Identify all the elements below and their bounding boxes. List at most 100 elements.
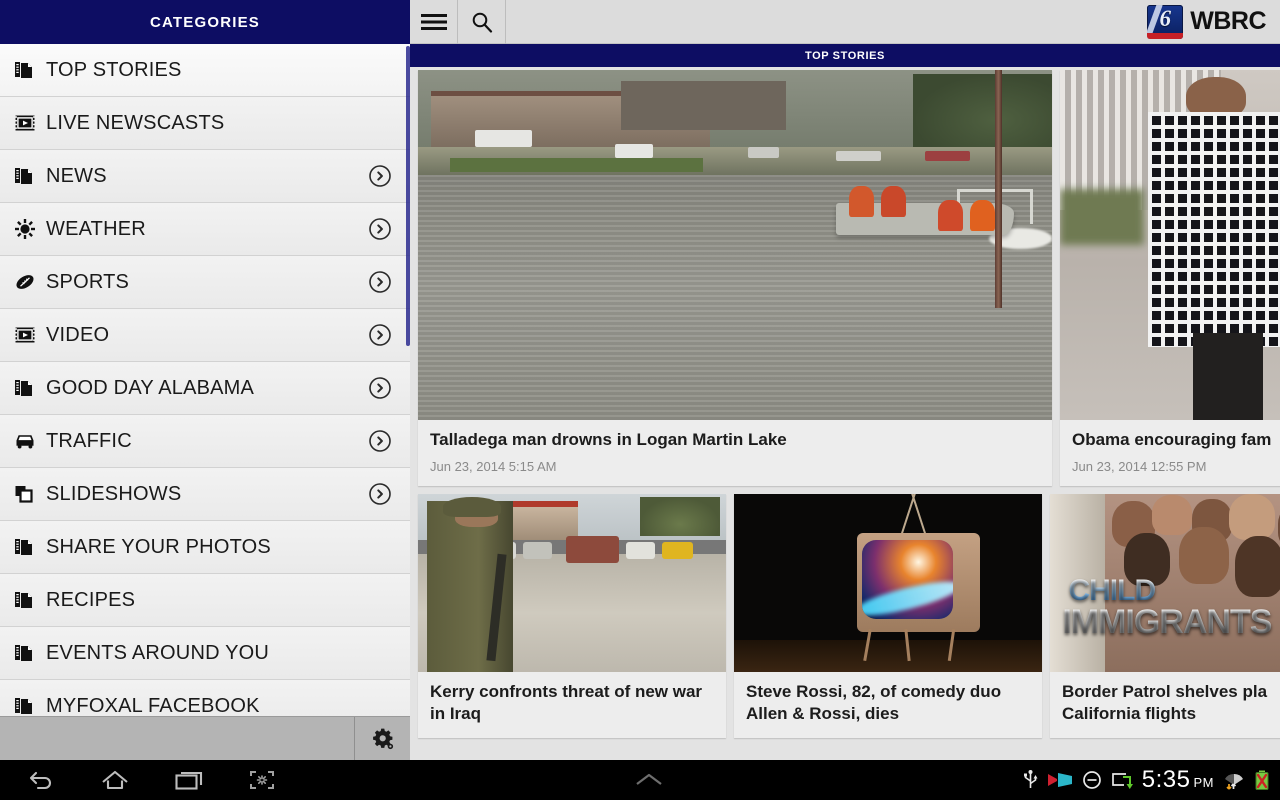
car-icon (12, 430, 38, 452)
sidebar-item-chevron[interactable] (368, 482, 392, 506)
retro-television-photo (734, 493, 1042, 672)
image-overlay-line1: CHILD (1068, 576, 1280, 606)
action-bar: 6 WBRC (410, 0, 1280, 44)
chevron-right-icon (369, 430, 391, 452)
chevron-right-icon (369, 218, 391, 240)
sidebar-item-label: GOOD DAY ALABAMA (46, 376, 255, 399)
story-headline: Talladega man drowns in Logan Martin Lak… (430, 430, 787, 449)
sidebar-item-news[interactable]: NEWS (0, 150, 410, 203)
story-text: Steve Rossi, 82, of comedy duo Allen & R… (734, 672, 1042, 738)
categories-sidebar: CATEGORIES TOP STORIES LIVE NEWSCASTS NE… (0, 0, 410, 760)
football-icon (12, 271, 38, 293)
video-icon (15, 327, 35, 343)
story-card[interactable]: Talladega man drowns in Logan Martin Lak… (418, 70, 1052, 486)
recent-apps-icon (175, 771, 203, 790)
screen-share-icon (1111, 773, 1133, 789)
sidebar-footer (0, 716, 410, 760)
sidebar-item-chevron[interactable] (368, 323, 392, 347)
slideshow-icon (12, 483, 38, 505)
back-arrow-icon (29, 771, 51, 790)
documents-icon (12, 377, 38, 399)
story-card[interactable]: Kerry confronts threat of new war in Ira… (418, 493, 726, 738)
back-button[interactable] (28, 768, 56, 792)
story-headline: Border Patrol shelves pla California fli… (1062, 681, 1268, 724)
section-banner-label: TOP STORIES (805, 49, 885, 62)
sidebar-item-traffic[interactable]: TRAFFIC (0, 415, 410, 468)
android-navigation-bar: 5:35 PM (0, 760, 1280, 800)
status-tray[interactable]: 5:35 PM (1023, 766, 1280, 794)
iraq-soldier-street-photo (418, 493, 726, 672)
sidebar-item-video[interactable]: VIDEO (0, 309, 410, 362)
sidebar-item-label: SLIDESHOWS (46, 482, 182, 505)
story-thumbnail (1060, 70, 1280, 420)
story-card[interactable]: Obama encouraging fam Jun 23, 2014 12:55… (1060, 70, 1280, 486)
sidebar-item-label: TOP STORIES (46, 58, 182, 81)
documents-icon (15, 62, 32, 78)
documents-icon (15, 592, 32, 608)
sidebar-header: CATEGORIES (0, 0, 410, 44)
search-button[interactable] (458, 0, 506, 44)
hamburger-menu-icon (420, 13, 447, 30)
screenshot-capture-icon (250, 771, 274, 789)
documents-icon (12, 165, 38, 187)
football-icon (16, 275, 34, 289)
main-content: 6 WBRC TOP STORIES Talladega man drowns … (410, 0, 1280, 760)
sidebar-item-top-stories[interactable]: TOP STORIES (0, 44, 410, 97)
sidebar-item-recipes[interactable]: RECIPES (0, 574, 410, 627)
sidebar-item-list[interactable]: TOP STORIES LIVE NEWSCASTS NEWS WEATHER … (0, 44, 410, 760)
sidebar-item-chevron[interactable] (368, 429, 392, 453)
menu-button[interactable] (410, 0, 458, 44)
chevron-right-icon (369, 271, 391, 293)
sidebar-item-label: SHARE YOUR PHOTOS (46, 535, 271, 558)
story-headline: Kerry confronts threat of new war in Ira… (430, 681, 703, 724)
clock-period: PM (1193, 775, 1214, 790)
logo-red-bar (1147, 32, 1184, 39)
sidebar-item-slideshows[interactable]: SLIDESHOWS (0, 468, 410, 521)
sidebar-item-chevron[interactable] (368, 270, 392, 294)
video-icon (12, 324, 38, 346)
sidebar-item-sports[interactable]: SPORTS (0, 256, 410, 309)
station-brand: 6 WBRC (1147, 4, 1280, 39)
chevron-up-icon (636, 773, 663, 785)
story-feed[interactable]: Talladega man drowns in Logan Martin Lak… (410, 67, 1280, 760)
gear-icon (372, 728, 393, 749)
story-card[interactable]: CHILD IMMIGRANTS Border Patrol shelves p… (1050, 493, 1280, 738)
sidebar-item-weather[interactable]: WEATHER (0, 203, 410, 256)
story-thumbnail (418, 70, 1052, 420)
sidebar-item-chevron[interactable] (368, 164, 392, 188)
sidebar-item-good-day-alabama[interactable]: GOOD DAY ALABAMA (0, 362, 410, 415)
screenshot-button[interactable] (248, 768, 276, 792)
settings-button[interactable] (355, 717, 410, 760)
recent-apps-button[interactable] (174, 768, 204, 792)
station-call-letters: WBRC (1190, 7, 1266, 35)
video-icon (12, 112, 38, 134)
section-banner: TOP STORIES (410, 44, 1280, 67)
clock-time: 5:35 (1141, 766, 1191, 793)
nav-expand-area[interactable] (276, 771, 1023, 789)
sidebar-item-chevron[interactable] (368, 376, 392, 400)
slideshow-icon (15, 486, 33, 503)
chevron-right-icon (369, 377, 391, 399)
chevron-right-icon (369, 483, 391, 505)
documents-icon (12, 695, 38, 717)
sidebar-item-share-your-photos[interactable]: SHARE YOUR PHOTOS (0, 521, 410, 574)
chevron-right-icon (369, 165, 391, 187)
sidebar-item-label: SPORTS (46, 270, 130, 293)
home-button[interactable] (100, 768, 130, 792)
documents-icon (15, 380, 32, 396)
status-clock: 5:35 PM (1142, 766, 1214, 794)
sidebar-item-events-around-you[interactable]: EVENTS AROUND YOU (0, 627, 410, 680)
sidebar-item-label: TRAFFIC (46, 429, 132, 452)
app-root: CATEGORIES TOP STORIES LIVE NEWSCASTS NE… (0, 0, 1280, 800)
sidebar-item-live-newscasts[interactable]: LIVE NEWSCASTS (0, 97, 410, 150)
sidebar-title: CATEGORIES (149, 13, 261, 31)
wifi-data-icon (1225, 773, 1243, 790)
sidebar-item-chevron[interactable] (368, 217, 392, 241)
documents-icon (15, 698, 32, 714)
sidebar-item-label: NEWS (46, 164, 107, 187)
image-overlay-line2: IMMIGRANTS (1062, 605, 1280, 639)
sidebar-item-label: LIVE NEWSCASTS (46, 111, 225, 134)
story-text: Border Patrol shelves pla California fli… (1050, 672, 1280, 738)
sidebar-item-label: WEATHER (46, 217, 146, 240)
story-card[interactable]: Steve Rossi, 82, of comedy duo Allen & R… (734, 493, 1042, 738)
